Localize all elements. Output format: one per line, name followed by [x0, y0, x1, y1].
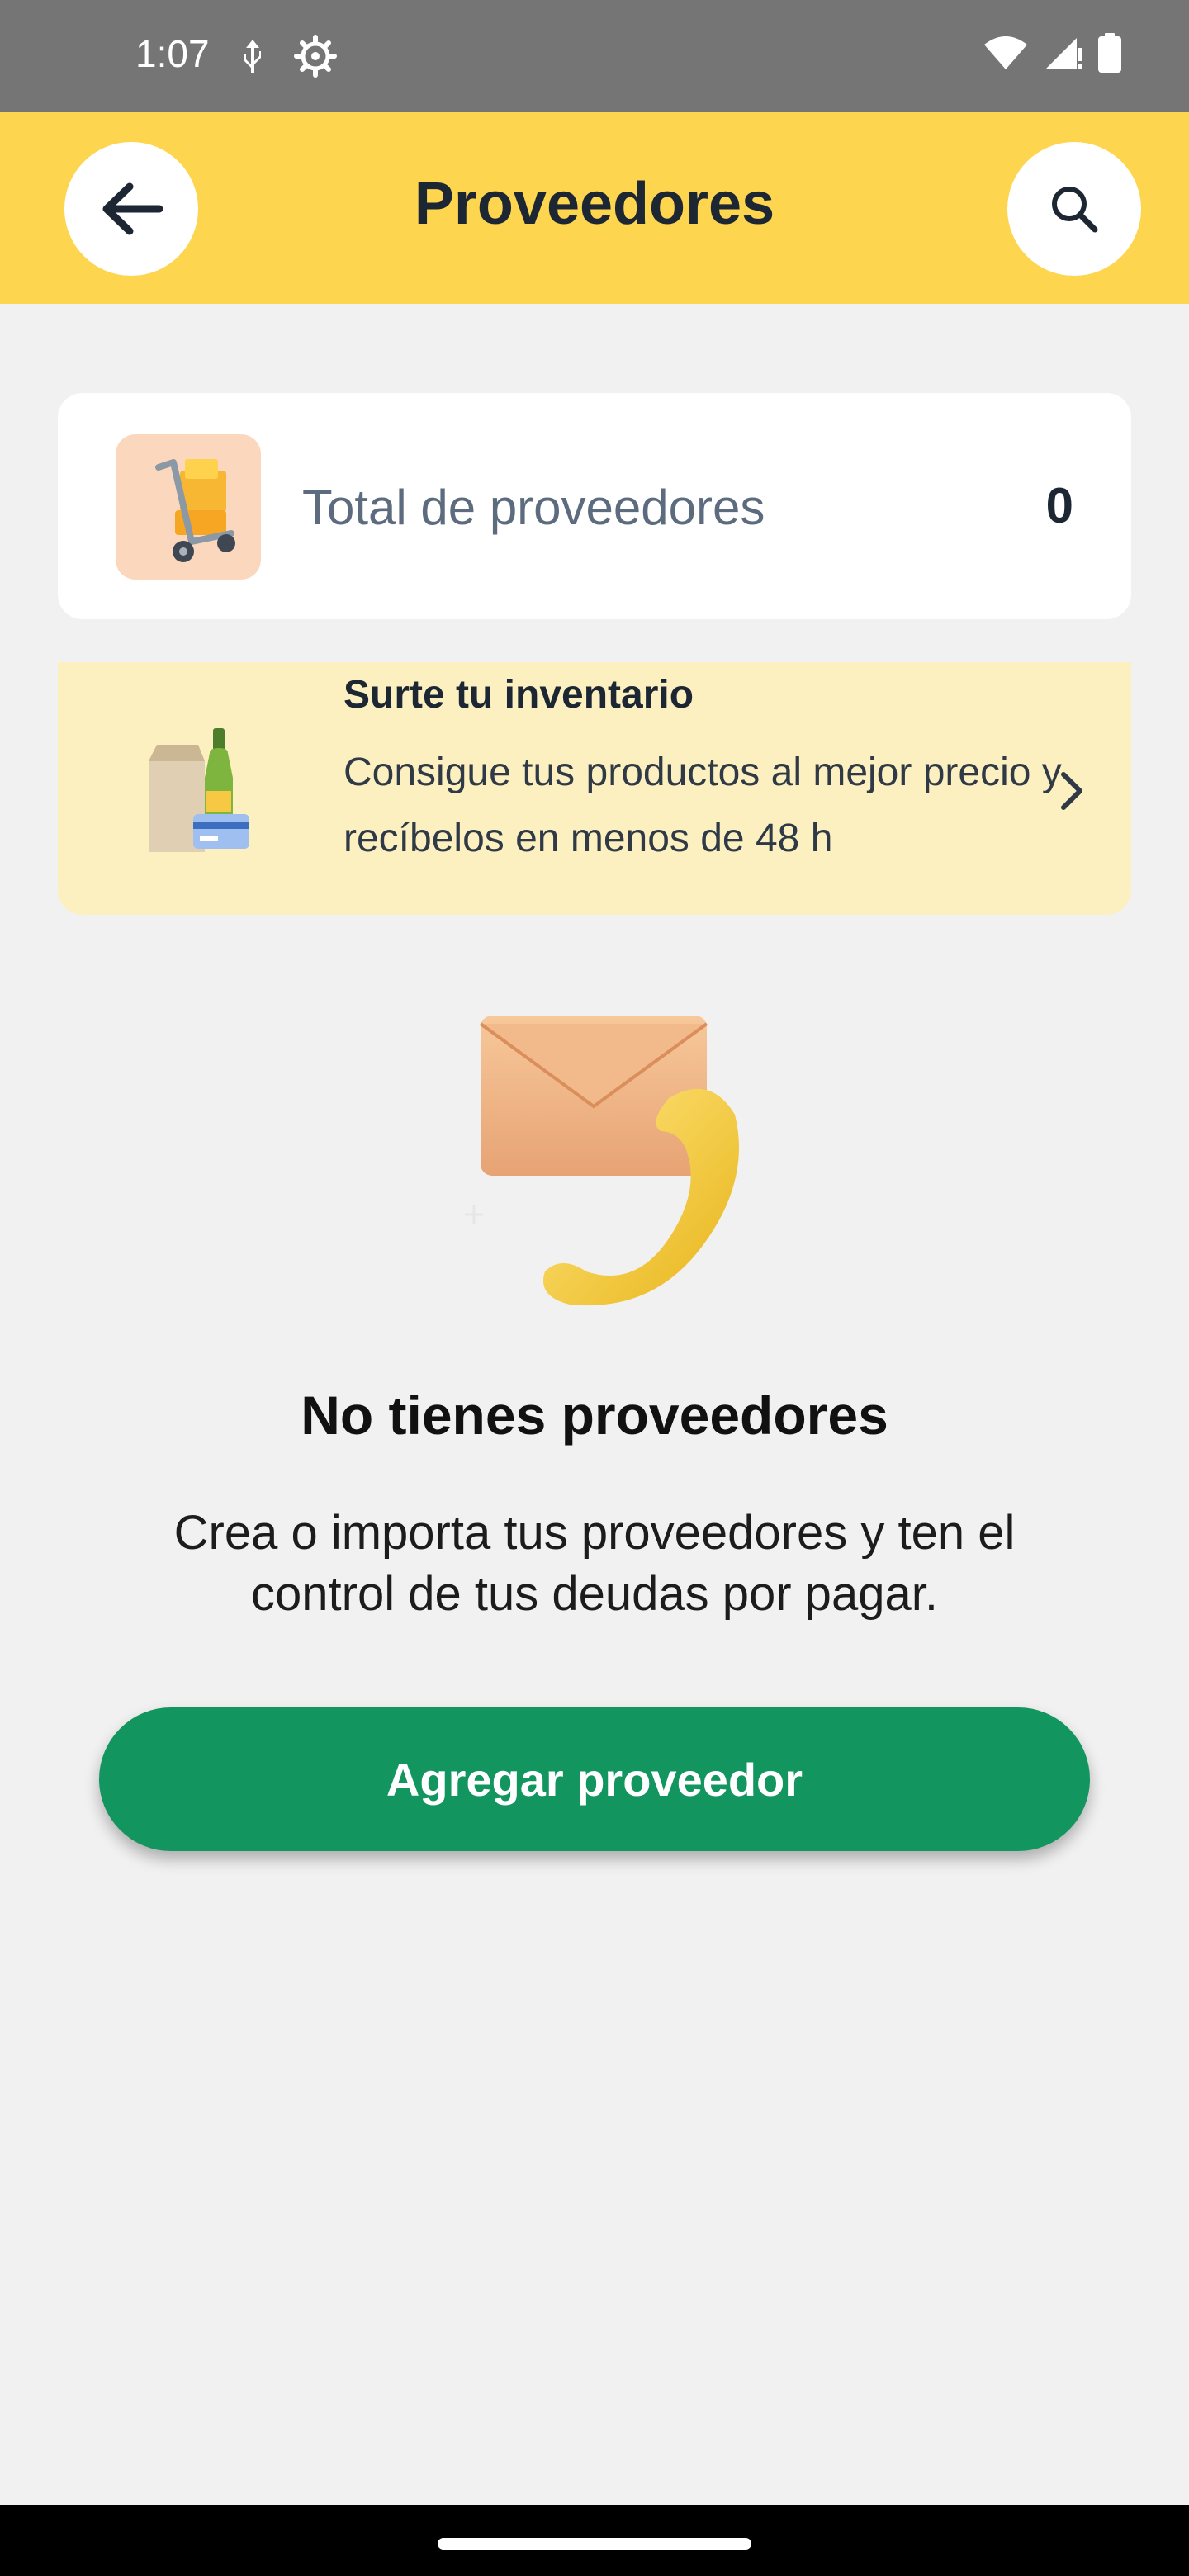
search-button[interactable] [1007, 142, 1141, 276]
status-time: 1:07 [135, 32, 210, 75]
promo-description: Consigue tus productos al mejor precio y… [343, 751, 1062, 860]
restock-promo-banner[interactable]: Surte tu inventario Consigue tus product… [58, 662, 1131, 915]
app-bar: Proveedores [0, 112, 1189, 304]
promo-title: Surte tu inventario [343, 673, 694, 717]
wifi-icon [984, 36, 1027, 69]
total-suppliers-card: Total de proveedores 0 [58, 393, 1131, 619]
empty-state-title: No tienes proveedores [301, 1385, 888, 1446]
envelope-phone-illustration [465, 1016, 739, 1306]
status-indicators [983, 33, 1121, 73]
settings-gear-icon [294, 35, 337, 78]
empty-state-description: Crea o importa tus proveedores y ten el … [173, 1506, 1016, 1621]
system-nav-bar [0, 2505, 1189, 2576]
add-supplier-button[interactable]: Agregar proveedor [99, 1707, 1090, 1851]
total-suppliers-label: Total de proveedores [302, 480, 765, 535]
status-bar: 1:07 [0, 0, 1189, 112]
cell-signal-icon [1045, 38, 1082, 69]
battery-icon [1098, 33, 1121, 73]
chevron-right-icon [1061, 772, 1082, 810]
search-icon [1052, 187, 1098, 233]
grocery-products-icon [149, 728, 249, 852]
home-gesture-handle[interactable] [438, 2538, 751, 2550]
total-suppliers-count: 0 [1045, 478, 1073, 533]
hand-truck-icon [116, 434, 261, 580]
usb-debug-icon [244, 40, 261, 73]
